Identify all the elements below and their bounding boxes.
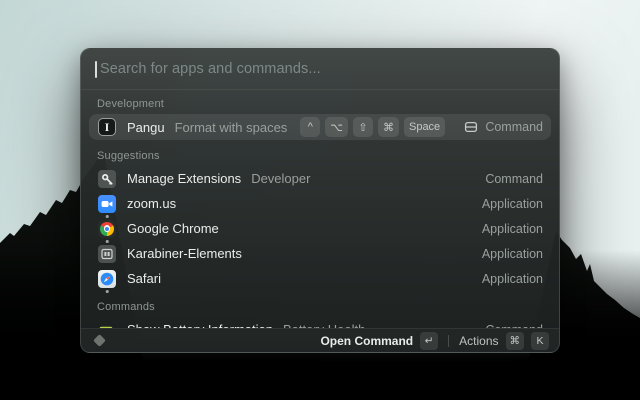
running-indicator xyxy=(106,290,109,293)
pangu-icon: I xyxy=(98,118,116,136)
open-command-label: Open Command xyxy=(320,334,413,348)
k-keycap: K xyxy=(531,332,549,350)
section-header-development: Development xyxy=(89,93,551,114)
list-item-karabiner-elements[interactable]: Karabiner-Elements Application xyxy=(89,241,551,266)
safari-app-icon xyxy=(98,270,116,288)
space-keycap: Space xyxy=(404,117,445,137)
control-keycap: ^ xyxy=(300,117,320,137)
item-type: Application xyxy=(482,222,543,236)
footer-bar: Open Command ↵ Actions ⌘ K xyxy=(81,328,559,352)
battery-icon xyxy=(98,321,116,329)
raycast-launcher-window: Search for apps and commands... Developm… xyxy=(80,48,560,353)
running-indicator xyxy=(106,215,109,218)
item-title: Manage Extensions xyxy=(127,171,241,186)
item-type: Application xyxy=(482,197,543,211)
list-item-safari[interactable]: Safari Application xyxy=(89,266,551,291)
shift-keycap: ⇧ xyxy=(353,117,373,137)
item-type: Command xyxy=(485,172,543,186)
text-caret xyxy=(95,61,97,78)
item-title: Pangu xyxy=(127,120,165,135)
list-item-manage-extensions[interactable]: Manage Extensions Developer Command xyxy=(89,166,551,191)
list-item-google-chrome[interactable]: Google Chrome Application xyxy=(89,216,551,241)
section-header-commands: Commands xyxy=(89,296,551,317)
item-type: Application xyxy=(482,272,543,286)
karabiner-app-icon xyxy=(98,245,116,263)
item-title: Karabiner-Elements xyxy=(127,246,242,261)
raycast-logo-icon xyxy=(93,334,106,347)
search-input[interactable]: Search for apps and commands... xyxy=(81,49,559,89)
command-window-icon xyxy=(464,120,478,134)
list-item-zoom[interactable]: zoom.us Application xyxy=(89,191,551,216)
item-title: zoom.us xyxy=(127,196,176,211)
item-subtitle: Developer xyxy=(251,171,310,186)
footer-separator xyxy=(448,335,449,347)
list-item-show-battery-information[interactable]: Show Battery Information Battery Health … xyxy=(89,317,551,328)
command-keycap: ⌘ xyxy=(378,117,399,137)
open-command-button[interactable]: Open Command ↵ xyxy=(320,332,438,350)
item-type: Command xyxy=(485,120,543,134)
running-indicator xyxy=(106,240,109,243)
item-title: Google Chrome xyxy=(127,221,219,236)
results-list: Development I Pangu Format with spaces ^… xyxy=(81,90,559,328)
search-placeholder: Search for apps and commands... xyxy=(100,61,321,77)
item-subtitle: Format with spaces xyxy=(175,120,288,135)
item-title: Safari xyxy=(127,271,161,286)
actions-button[interactable]: Actions ⌘ K xyxy=(459,332,549,350)
actions-label: Actions xyxy=(459,334,498,348)
zoom-app-icon xyxy=(98,195,116,213)
item-type: Application xyxy=(482,247,543,261)
section-header-suggestions: Suggestions xyxy=(89,145,551,166)
chrome-app-icon xyxy=(98,220,116,238)
extension-key-icon xyxy=(98,170,116,188)
return-keycap: ↵ xyxy=(420,332,438,350)
desktop: Search for apps and commands... Developm… xyxy=(0,0,640,400)
command-keycap: ⌘ xyxy=(506,332,525,350)
shortcut-keys: ^ ⌥ ⇧ ⌘ Space xyxy=(300,117,445,137)
list-item-pangu[interactable]: I Pangu Format with spaces ^ ⌥ ⇧ ⌘ Space… xyxy=(89,114,551,140)
option-keycap: ⌥ xyxy=(325,117,348,137)
